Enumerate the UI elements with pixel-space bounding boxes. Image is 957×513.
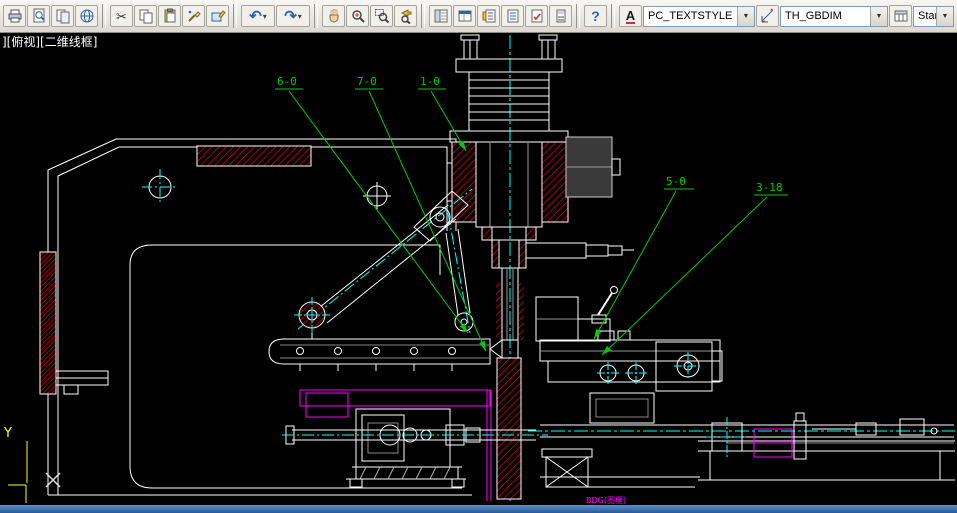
leader-label: 7-0 xyxy=(357,75,377,88)
table-style-combo-value: Standard xyxy=(918,10,936,22)
lever-arm-linkage xyxy=(294,188,474,339)
leader-3-18: 3-18 xyxy=(601,181,788,356)
zoom-realtime-button[interactable] xyxy=(346,5,369,27)
dim-style-manager-button[interactable] xyxy=(756,5,779,27)
zoom-window-icon xyxy=(374,9,389,24)
redo-arrow-icon: ↷ xyxy=(284,7,297,25)
table-style-manager-button[interactable] xyxy=(889,5,912,27)
leader-label: 3-18 xyxy=(756,181,783,194)
help-button[interactable]: ? xyxy=(584,5,607,27)
quickcalc-icon xyxy=(556,9,565,23)
dwf-globe-icon xyxy=(80,9,93,23)
match-properties-brush-icon xyxy=(187,10,201,22)
redo-dropdown-caret: ▾ xyxy=(297,11,302,21)
toolbar-separator xyxy=(611,4,615,28)
undo-button[interactable]: ↶ ▾ xyxy=(241,5,275,27)
table-style-combo[interactable]: Standard ▼ xyxy=(913,5,954,27)
drawing-stamp-text: BDG(图框) xyxy=(586,495,626,505)
toolbar-separator xyxy=(233,4,237,28)
leader-label: 5-0 xyxy=(666,175,686,188)
properties-button[interactable] xyxy=(429,5,452,27)
copy-icon xyxy=(139,9,152,24)
designcenter-icon xyxy=(458,10,471,22)
text-style-combo[interactable]: PC_TEXTSTYLE ▼ xyxy=(643,5,755,27)
viewport-controls-label[interactable]: ][俯视][二维线框] xyxy=(2,34,97,49)
paste-clipboard-icon xyxy=(164,8,175,23)
help-icon: ? xyxy=(591,8,600,24)
text-style-manager-icon: A xyxy=(625,7,636,24)
text-style-manager-button[interactable]: A xyxy=(619,5,642,27)
toolbar-separator xyxy=(102,4,106,28)
cut-button[interactable]: ✂ xyxy=(110,5,133,27)
dwf-button[interactable] xyxy=(75,5,98,27)
frame-centerlines xyxy=(142,169,178,205)
leader-1-0: 1-0 xyxy=(418,75,467,152)
plot-preview-button[interactable] xyxy=(27,5,50,27)
block-editor-icon xyxy=(211,10,226,22)
publish-button[interactable] xyxy=(51,5,74,27)
dim-style-combo[interactable]: TH_GBDIM ▼ xyxy=(780,5,888,27)
sheet-set-manager-icon xyxy=(507,9,518,23)
pan-hand-icon xyxy=(329,9,338,23)
frame-column-hatch xyxy=(39,251,57,395)
zoom-previous-button[interactable] xyxy=(394,5,417,27)
leader-label: 1-0 xyxy=(420,75,440,88)
plot-preview-icon xyxy=(33,8,45,23)
combo-dropdown-arrow-icon[interactable]: ▼ xyxy=(936,6,953,26)
tool-palettes-icon xyxy=(482,9,495,23)
plot-button[interactable] xyxy=(3,5,26,27)
ucs-y-axis-label: Y xyxy=(3,426,12,441)
match-properties-button[interactable] xyxy=(182,5,205,27)
zoom-realtime-icon xyxy=(351,10,365,23)
properties-panel-icon xyxy=(434,9,447,23)
slide-assembly xyxy=(535,286,723,392)
cad-drawing: ][俯视][二维线框] BDG(图框) 6-0 7-0 1-0 5-0 3-18… xyxy=(2,34,955,505)
designcenter-button[interactable] xyxy=(453,5,476,27)
redo-button[interactable]: ↷ ▾ xyxy=(276,5,310,27)
markup-set-manager-button[interactable] xyxy=(525,5,548,27)
zoom-window-button[interactable] xyxy=(370,5,393,27)
undo-arrow-icon: ↶ xyxy=(249,7,262,25)
ucs-icon: Y xyxy=(3,426,61,503)
toolbar-separator xyxy=(576,4,580,28)
markup-set-manager-icon xyxy=(531,9,542,23)
frame-section-hatch xyxy=(196,145,312,167)
tool-palettes-button[interactable] xyxy=(477,5,500,27)
ram-hatch xyxy=(496,357,522,500)
leader-annotations: 6-0 7-0 1-0 5-0 3-18 xyxy=(275,75,788,356)
cylinder-wall-hatch-left xyxy=(451,141,477,223)
combo-dropdown-arrow-icon[interactable]: ▼ xyxy=(870,6,887,26)
text-style-combo-value: PC_TEXTSTYLE xyxy=(648,10,733,22)
dim-style-combo-value: TH_GBDIM xyxy=(785,10,842,22)
drawing-canvas[interactable]: ][俯视][二维线框] BDG(图框) 6-0 7-0 1-0 5-0 3-18… xyxy=(0,33,957,505)
cylinder-assembly xyxy=(449,34,634,500)
bench-assembly xyxy=(528,392,955,488)
zoom-previous-icon xyxy=(400,9,411,24)
block-editor-button[interactable] xyxy=(206,5,229,27)
cad-application-window: ✂ ↶ ▾ ↷ ▾ ? A PC_TEXTSTYLE ▼ TH_GBDIM ▼ … xyxy=(0,0,957,513)
standard-toolbar: ✂ ↶ ▾ ↷ ▾ ? A PC_TEXTSTYLE ▼ TH_GBDIM ▼ … xyxy=(0,0,957,33)
dim-style-manager-icon xyxy=(761,8,773,23)
bench-aux-geometry xyxy=(753,428,793,458)
toolbar-separator xyxy=(421,4,425,28)
cut-scissors-icon: ✂ xyxy=(116,8,127,24)
copy-button[interactable] xyxy=(134,5,157,27)
undo-dropdown-caret: ▾ xyxy=(262,11,267,21)
leader-label: 6-0 xyxy=(277,75,297,88)
cylinder-wall-hatch-right xyxy=(541,141,569,223)
sheet-set-manager-button[interactable] xyxy=(501,5,524,27)
table-style-manager-icon xyxy=(894,10,907,22)
status-bar xyxy=(0,505,957,513)
pan-button[interactable] xyxy=(322,5,345,27)
plot-printer-icon xyxy=(8,9,21,23)
quickcalc-button[interactable] xyxy=(549,5,572,27)
clamp-bar xyxy=(268,338,491,371)
publish-sheets-icon xyxy=(56,9,69,24)
combo-dropdown-arrow-icon[interactable]: ▼ xyxy=(737,6,754,26)
toolbar-separator xyxy=(314,4,318,28)
paste-button[interactable] xyxy=(158,5,181,27)
